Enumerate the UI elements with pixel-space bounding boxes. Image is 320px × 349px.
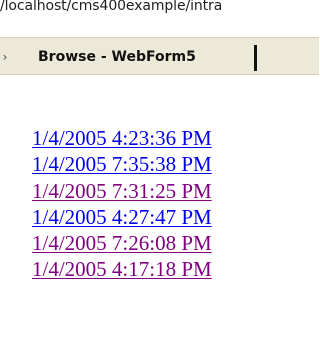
address-url-fragment[interactable]: /localhost/cms400example/intra	[0, 0, 222, 19]
timestamp-link-6[interactable]: 1/4/2005 4:17:18 PM	[32, 256, 319, 282]
address-bar[interactable]: /localhost/cms400example/intra	[0, 0, 319, 19]
timestamp-link-5[interactable]: 1/4/2005 7:26:08 PM	[32, 230, 319, 256]
timestamp-link-2[interactable]: 1/4/2005 7:35:38 PM	[32, 151, 319, 177]
timestamp-link-list: 1/4/2005 4:23:36 PM 1/4/2005 7:35:38 PM …	[32, 125, 319, 349]
tab-text-caret	[254, 45, 257, 71]
timestamp-link-1[interactable]: 1/4/2005 4:23:36 PM	[32, 125, 319, 151]
timestamp-link-3[interactable]: 1/4/2005 7:31:25 PM	[32, 178, 319, 204]
tab-title[interactable]: Browse - WebForm5	[38, 46, 196, 68]
tab-scroll-arrow-icon[interactable]: ›	[0, 47, 10, 67]
browser-viewport: /localhost/cms400example/intra › Browse …	[0, 0, 319, 349]
tab-strip: › Browse - WebForm5	[0, 37, 319, 75]
timestamp-link-4[interactable]: 1/4/2005 4:27:47 PM	[32, 204, 319, 230]
